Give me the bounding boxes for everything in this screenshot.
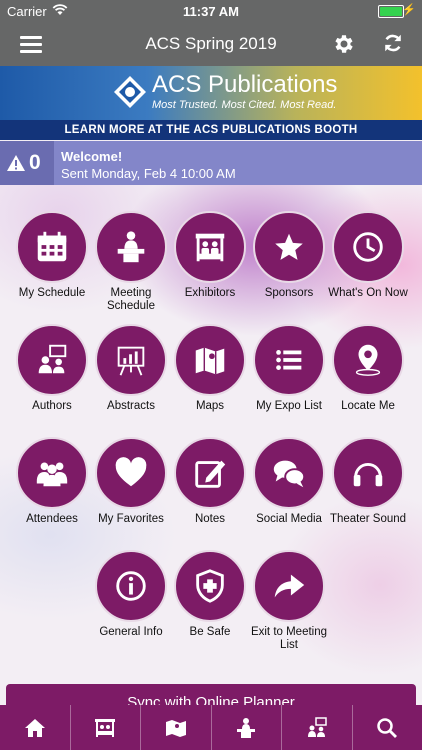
tile-theater-sound[interactable]: Theater Sound: [328, 437, 408, 526]
alert-count: 0: [29, 151, 41, 174]
tile-attendees[interactable]: Attendees: [12, 437, 92, 526]
tile-my-schedule[interactable]: My Schedule: [12, 211, 92, 300]
page-title: ACS Spring 2019: [145, 34, 277, 53]
heart-icon: [115, 457, 147, 487]
status-bar: Carrier 11:37 AM ⚡: [0, 0, 422, 22]
tile-my-favorites[interactable]: My Favorites: [91, 437, 171, 526]
tab-home[interactable]: [0, 705, 71, 750]
tile-label: Authors: [32, 400, 72, 412]
banner-tagline: Most Trusted. Most Cited. Most Read.: [152, 99, 337, 111]
tile-label: Notes: [194, 513, 226, 525]
location-pin-icon: [355, 344, 381, 376]
banner-cta: LEARN MORE AT THE ACS PUBLICATIONS BOOTH: [0, 120, 422, 140]
tile-social-media[interactable]: Social Media: [249, 437, 329, 526]
banner-graphic: ACS Publications Most Trusted. Most Cite…: [0, 66, 422, 120]
acs-logo-icon: [114, 76, 146, 108]
tile-label: Exhibitors: [184, 287, 236, 299]
people-presentation-icon: [38, 344, 67, 374]
tile-label: Abstracts: [107, 400, 155, 412]
tile-exit-to-meeting-list[interactable]: Exit to Meeting List: [249, 550, 329, 652]
people-presentation-icon: [307, 716, 327, 737]
group-icon: [36, 462, 68, 487]
tile-sponsors[interactable]: Sponsors: [249, 211, 329, 300]
tile-label: Locate Me: [341, 400, 395, 412]
map-icon: [195, 347, 225, 375]
alert-count-badge: 0: [0, 141, 54, 185]
tab-search[interactable]: [353, 705, 422, 750]
refresh-icon[interactable]: [382, 32, 404, 54]
gear-icon[interactable]: [332, 32, 356, 56]
tile-locate-me[interactable]: Locate Me: [328, 324, 408, 413]
ad-banner[interactable]: ACS Publications Most Trusted. Most Cite…: [0, 66, 422, 140]
chat-bubbles-icon: [273, 460, 306, 488]
tile-be-safe[interactable]: Be Safe: [170, 550, 250, 639]
map-icon: [165, 719, 186, 737]
tile-label: What's On Now: [328, 287, 408, 299]
speaker-podium-icon: [237, 717, 256, 738]
tile-label: Meeting Schedule: [107, 287, 155, 312]
tile-notes[interactable]: Notes: [170, 437, 250, 526]
tile-maps[interactable]: Maps: [170, 324, 250, 413]
tile-whats-on-now[interactable]: What's On Now: [328, 211, 408, 300]
clock-time: 11:37 AM: [183, 4, 239, 19]
speaker-podium-icon: [117, 231, 145, 263]
tile-label: Maps: [195, 400, 225, 412]
booth-icon: [95, 718, 116, 737]
tile-label: Attendees: [26, 513, 78, 525]
shield-plus-icon: [196, 569, 224, 603]
tile-label: Be Safe: [189, 626, 231, 638]
banner-brand: ACS Publications: [152, 71, 338, 98]
tab-maps[interactable]: [141, 705, 212, 750]
calendar-icon: [37, 231, 67, 262]
home-icon: [24, 718, 45, 737]
tile-meeting-schedule[interactable]: Meeting Schedule: [91, 211, 171, 313]
tile-label: Exit to Meeting List: [250, 626, 328, 651]
list-icon: [276, 350, 302, 370]
nav-bar: ACS Spring 2019: [0, 22, 422, 66]
battery-icon: [378, 5, 404, 18]
share-arrow-icon: [274, 574, 305, 598]
charging-icon: ⚡: [402, 4, 416, 16]
info-icon: [116, 571, 146, 601]
tile-label: Theater Sound: [329, 513, 407, 525]
star-icon: [275, 233, 303, 260]
chart-easel-icon: [117, 346, 145, 376]
notification-bar[interactable]: 0 Welcome! Sent Monday, Feb 4 10:00 AM: [0, 141, 422, 185]
tile-label: Social Media: [256, 513, 322, 525]
tile-general-info[interactable]: General Info: [91, 550, 171, 639]
tile-label: My Favorites: [98, 513, 164, 525]
alert-subtitle: Sent Monday, Feb 4 10:00 AM: [61, 166, 236, 181]
warning-icon: [7, 155, 25, 171]
note-edit-icon: [195, 460, 226, 488]
tile-authors[interactable]: Authors: [12, 324, 92, 413]
tile-label: Sponsors: [264, 287, 314, 299]
alert-title: Welcome!: [61, 149, 123, 164]
tile-exhibitors[interactable]: Exhibitors: [170, 211, 250, 300]
tile-abstracts[interactable]: Abstracts: [91, 324, 171, 413]
headphones-icon: [353, 463, 383, 487]
clock-icon: [353, 232, 383, 262]
search-icon: [377, 717, 398, 738]
tile-label: My Schedule: [18, 287, 86, 299]
tab-exhibitors[interactable]: [71, 705, 141, 750]
tile-label: My Expo List: [256, 400, 322, 412]
tile-label: General Info: [99, 626, 163, 638]
tile-my-expo-list[interactable]: My Expo List: [249, 324, 329, 413]
bottom-tab-bar: [0, 705, 422, 750]
tab-authors[interactable]: [282, 705, 353, 750]
tab-meeting-schedule[interactable]: [212, 705, 282, 750]
booth-icon: [195, 233, 225, 262]
